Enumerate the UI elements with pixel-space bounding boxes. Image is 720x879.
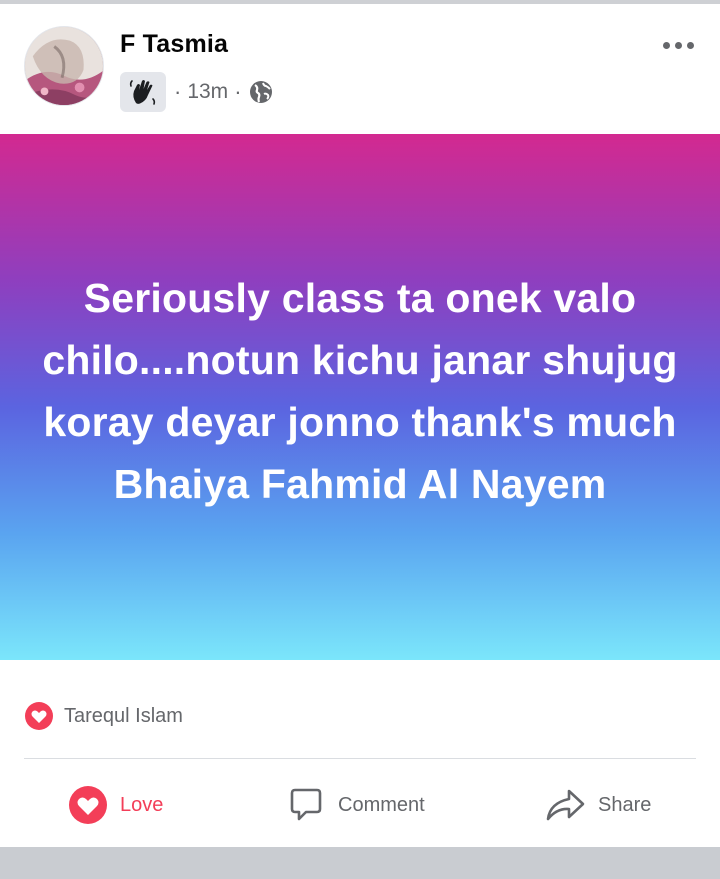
share-label: Share	[598, 793, 652, 816]
action-bar: Love Comment Share	[0, 772, 720, 838]
dot	[674, 41, 682, 49]
avatar-image	[25, 27, 103, 105]
comment-icon	[290, 788, 322, 821]
love-reaction-icon	[24, 701, 54, 731]
post-meta: · 13m ·	[120, 72, 274, 112]
comment-label: Comment	[338, 793, 425, 816]
post-time[interactable]: 13m	[187, 80, 228, 104]
author-avatar[interactable]	[24, 26, 104, 106]
meta-separator: ·	[174, 79, 182, 104]
love-icon	[69, 786, 107, 824]
share-button[interactable]: Share	[544, 772, 651, 838]
waving-hand-badge-icon[interactable]	[120, 72, 166, 112]
divider	[24, 758, 696, 759]
share-icon	[546, 789, 585, 821]
reactions-summary[interactable]: Tarequl Islam	[24, 700, 183, 732]
love-button[interactable]: Love	[68, 772, 163, 838]
post-text-background: Seriously class ta onek valo chilo....no…	[0, 134, 720, 660]
globe-icon[interactable]	[248, 79, 274, 105]
dot	[686, 41, 694, 49]
more-options-icon[interactable]	[656, 30, 700, 60]
post-header: F Tasmia · 13m ·	[0, 4, 720, 134]
dot	[662, 41, 670, 49]
meta-separator: ·	[234, 79, 242, 104]
reactor-names: Tarequl Islam	[64, 704, 183, 727]
author-name[interactable]: F Tasmia	[120, 30, 228, 59]
comment-button[interactable]: Comment	[286, 772, 425, 838]
love-label: Love	[120, 793, 164, 816]
post-card: F Tasmia · 13m · Seriously class ta onek…	[0, 4, 720, 847]
post-text: Seriously class ta onek valo chilo....no…	[42, 275, 678, 507]
bottom-separator	[0, 847, 720, 879]
